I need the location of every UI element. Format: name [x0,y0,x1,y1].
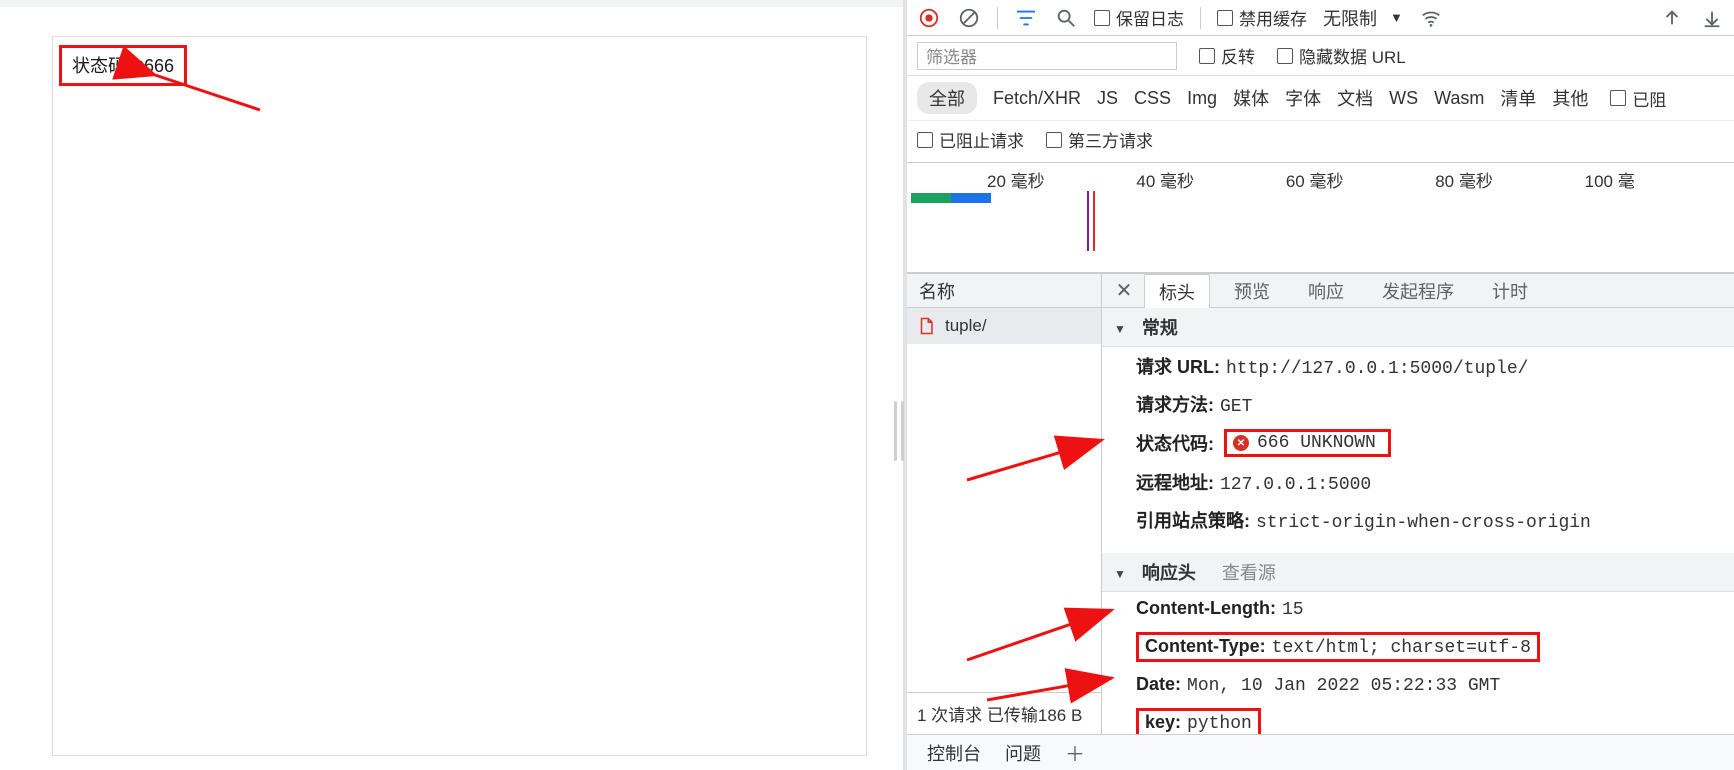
timeline-bar [911,193,997,203]
filter-input[interactable]: 筛选器 [917,42,1177,70]
drawer-console[interactable]: 控制台 [927,740,981,766]
clear-icon[interactable] [957,6,981,30]
preserve-log-label: 保留日志 [1116,5,1184,30]
pane-resize-handle[interactable] [891,396,907,466]
rendered-page: 状态码为666 [52,36,867,756]
tab-headers[interactable]: 标头 [1144,274,1210,310]
upload-icon[interactable] [1660,6,1684,30]
blocked-resp-label: 已阻 [1632,86,1666,111]
cat-js[interactable]: JS [1097,88,1118,109]
section-response-headers[interactable]: 响应头查看源 [1102,553,1734,592]
load-line [1093,191,1095,251]
page-body-text: 状态码为666 [59,45,187,86]
row-key: key:python [1102,702,1734,734]
timeline-overview[interactable]: 20 毫秒 40 毫秒 60 毫秒 80 毫秒 100 毫 [907,163,1734,273]
cat-media[interactable]: 媒体 [1233,85,1269,111]
cat-all[interactable]: 全部 [917,82,977,114]
details-panel: ✕ 标头 预览 响应 发起程序 计时 常规 请求 URL:http://127.… [1102,274,1734,734]
record-icon[interactable] [917,6,941,30]
status-error-icon [1233,435,1249,451]
network-toolbar: 保留日志 禁用缓存 无限制 ▼ [907,0,1734,36]
domcontentloaded-line [1087,191,1089,251]
third-party-label: 第三方请求 [1068,127,1153,152]
blocked-req-checkbox[interactable]: 已阻止请求 [917,127,1024,152]
request-row[interactable]: tuple/ [907,308,1101,344]
third-party-checkbox[interactable]: 第三方请求 [1046,127,1153,152]
category-row: 全部 Fetch/XHR JS CSS Img 媒体 字体 文档 WS Wasm… [907,76,1734,121]
requests-summary: 1 次请求 已传输186 B [907,692,1101,734]
cat-wasm[interactable]: Wasm [1434,88,1484,109]
hide-data-urls-checkbox[interactable]: 隐藏数据 URL [1277,43,1406,68]
tab-strip-bg [0,0,903,7]
blocked-req-label: 已阻止请求 [939,127,1024,152]
content-type-highlight: Content-Type:text/html; charset=utf-8 [1136,632,1540,662]
row-content-length: Content-Length:15 [1102,592,1734,626]
invert-checkbox[interactable]: 反转 [1199,43,1255,68]
drawer-add-icon[interactable]: ＋ [1065,738,1085,767]
search-icon[interactable] [1054,6,1078,30]
invert-label: 反转 [1221,43,1255,68]
tab-initiator[interactable]: 发起程序 [1368,274,1468,308]
devtools-panel: 保留日志 禁用缓存 无限制 ▼ 筛选器 反转 隐藏数据 URL 全部 Fetch… [907,0,1734,770]
name-column-header[interactable]: 名称 [907,274,1101,308]
view-source-link[interactable]: 查看源 [1222,559,1276,585]
disable-cache-label: 禁用缓存 [1239,5,1307,30]
blocked-resp-checkbox[interactable]: 已阻 [1610,86,1666,111]
network-columns: 名称 tuple/ 1 次请求 已传输186 B ✕ 标头 预览 响应 发起程序… [907,273,1734,734]
cat-doc[interactable]: 文档 [1337,85,1373,111]
tab-preview[interactable]: 预览 [1220,274,1284,308]
filter-icon[interactable] [1014,6,1038,30]
row-referrer-policy: 引用站点策略:strict-origin-when-cross-origin [1102,501,1734,539]
drawer-issues[interactable]: 问题 [1005,740,1041,766]
disable-cache-checkbox[interactable]: 禁用缓存 [1217,5,1307,30]
filter-bar: 筛选器 反转 隐藏数据 URL [907,36,1734,76]
key-highlight: key:python [1136,708,1261,734]
category-row-2: 已阻止请求 第三方请求 [907,121,1734,163]
throttling-label: 无限制 [1323,5,1377,31]
download-icon[interactable] [1700,6,1724,30]
name-column: 名称 tuple/ 1 次请求 已传输186 B [907,274,1102,734]
cat-manifest[interactable]: 清单 [1500,85,1536,111]
row-content-type: Content-Type:text/html; charset=utf-8 [1102,626,1734,668]
close-icon[interactable]: ✕ [1110,277,1138,305]
row-date: Date:Mon, 10 Jan 2022 05:22:33 GMT [1102,668,1734,702]
drawer-tabs: 控制台 问题 ＋ [907,734,1734,770]
page-viewport: 状态码为666 [0,0,907,770]
document-icon [917,317,935,335]
wifi-icon[interactable] [1419,6,1443,30]
toolbar-separator [1200,7,1201,29]
hide-data-urls-label: 隐藏数据 URL [1299,43,1406,68]
timeline-ticks: 20 毫秒 40 毫秒 60 毫秒 80 毫秒 100 毫 [907,167,1734,192]
section-general[interactable]: 常规 [1102,308,1734,347]
row-request-method: 请求方法:GET [1102,385,1734,423]
row-request-url: 请求 URL:http://127.0.0.1:5000/tuple/ [1102,347,1734,385]
cat-img[interactable]: Img [1187,88,1217,109]
cat-ws[interactable]: WS [1389,88,1418,109]
preserve-log-checkbox[interactable]: 保留日志 [1094,5,1184,30]
cat-other[interactable]: 其他 [1552,85,1588,111]
throttling-select[interactable]: 无限制 ▼ [1323,5,1403,31]
details-body: 常规 请求 URL:http://127.0.0.1:5000/tuple/ 请… [1102,308,1734,734]
request-name: tuple/ [945,316,987,336]
row-status-code: 状态代码: 666 UNKNOWN [1102,423,1734,463]
cat-fetch-xhr[interactable]: Fetch/XHR [993,88,1081,109]
status-highlight: 666 UNKNOWN [1224,429,1391,457]
details-tabs: ✕ 标头 预览 响应 发起程序 计时 [1102,274,1734,308]
cat-css[interactable]: CSS [1134,88,1171,109]
row-remote-address: 远程地址:127.0.0.1:5000 [1102,463,1734,501]
tab-response[interactable]: 响应 [1294,274,1358,308]
tab-timing[interactable]: 计时 [1478,274,1542,308]
cat-font[interactable]: 字体 [1285,85,1321,111]
toolbar-separator [997,7,998,29]
